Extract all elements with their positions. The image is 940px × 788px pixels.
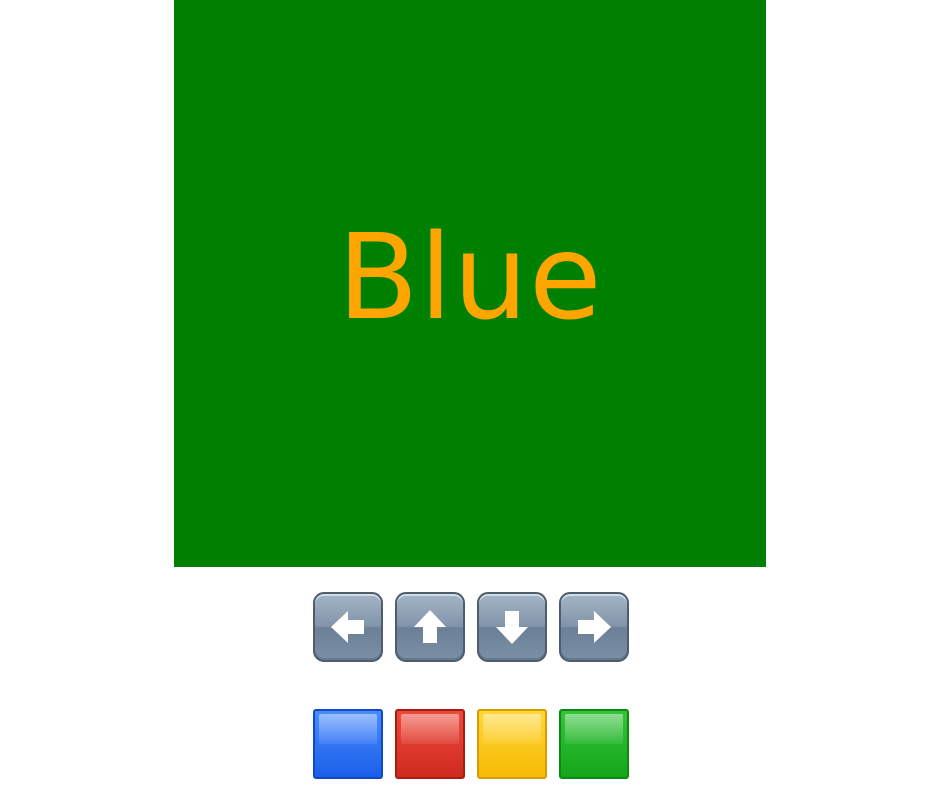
down-arrow-button[interactable] [477, 592, 547, 662]
up-arrow-button[interactable] [395, 592, 465, 662]
right-arrow-button[interactable] [559, 592, 629, 662]
red-color-button[interactable] [395, 709, 465, 779]
word-panel: Blue [174, 0, 766, 567]
color-word: Blue [337, 207, 603, 346]
game-stage: Blue [0, 0, 940, 788]
up-arrow-icon [414, 610, 446, 643]
down-arrow-icon [496, 611, 528, 644]
green-color-button[interactable] [559, 709, 629, 779]
blue-color-button[interactable] [313, 709, 383, 779]
color-answer-buttons [313, 709, 629, 779]
yellow-color-button[interactable] [477, 709, 547, 779]
left-arrow-icon [331, 611, 364, 643]
left-arrow-button[interactable] [313, 592, 383, 662]
right-arrow-icon [578, 611, 611, 643]
arrow-controls [313, 592, 629, 662]
